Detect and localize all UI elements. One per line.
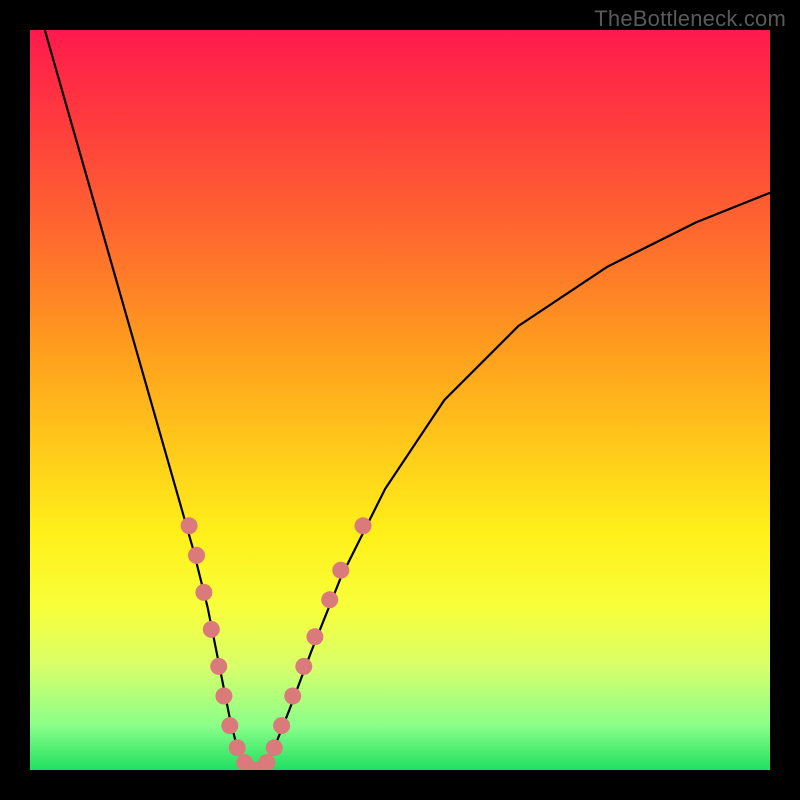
data-marker <box>188 547 205 564</box>
chart-frame: TheBottleneck.com <box>0 0 800 800</box>
marker-group <box>181 517 372 770</box>
data-marker <box>181 517 198 534</box>
watermark-text: TheBottleneck.com <box>594 6 786 32</box>
data-marker <box>221 717 238 734</box>
data-marker <box>273 717 290 734</box>
data-marker <box>321 591 338 608</box>
data-marker <box>266 739 283 756</box>
bottleneck-curve <box>45 30 770 770</box>
data-marker <box>295 658 312 675</box>
plot-area <box>30 30 770 770</box>
data-marker <box>210 658 227 675</box>
data-marker <box>306 628 323 645</box>
data-marker <box>229 739 246 756</box>
curve-svg <box>30 30 770 770</box>
data-marker <box>355 517 372 534</box>
data-marker <box>203 621 220 638</box>
data-marker <box>332 562 349 579</box>
data-marker <box>215 688 232 705</box>
data-marker <box>258 754 275 770</box>
data-marker <box>284 688 301 705</box>
data-marker <box>195 584 212 601</box>
